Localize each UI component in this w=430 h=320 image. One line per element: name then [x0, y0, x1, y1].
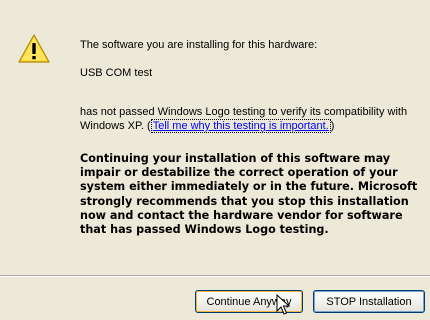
- why-testing-link-focus[interactable]: Tell me why this testing is important.: [150, 119, 331, 133]
- logo-testing-message: has not passed Windows Logo testing to v…: [80, 105, 425, 133]
- hardware-installation-dialog: The software you are installing for this…: [0, 0, 430, 320]
- stop-installation-button[interactable]: STOP Installation: [313, 290, 425, 313]
- compatibility-warning: Continuing your installation of this sof…: [80, 152, 418, 237]
- warning-icon: [18, 34, 50, 63]
- intro-text: The software you are installing for this…: [80, 39, 318, 51]
- logo-testing-close-paren: ): [330, 120, 335, 132]
- why-testing-link[interactable]: Tell me why this testing is important.: [153, 120, 329, 132]
- mouse-cursor-icon: [276, 294, 290, 315]
- separator: [0, 275, 430, 277]
- device-name: USB COM test: [80, 67, 153, 79]
